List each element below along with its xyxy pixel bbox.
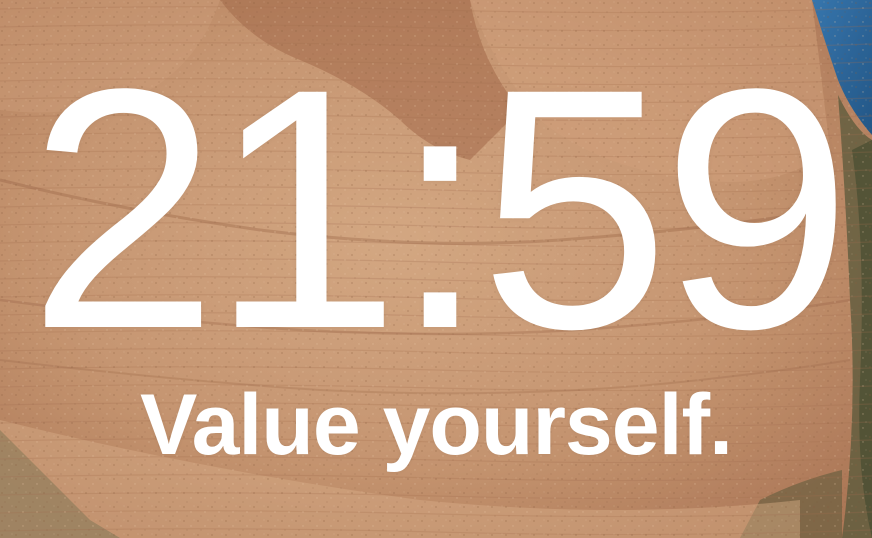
lock-screen: 21:59 Value yourself. — [0, 0, 872, 538]
lock-screen-clock: 21:59 — [28, 18, 852, 400]
lock-screen-message: Value yourself. — [139, 377, 733, 473]
